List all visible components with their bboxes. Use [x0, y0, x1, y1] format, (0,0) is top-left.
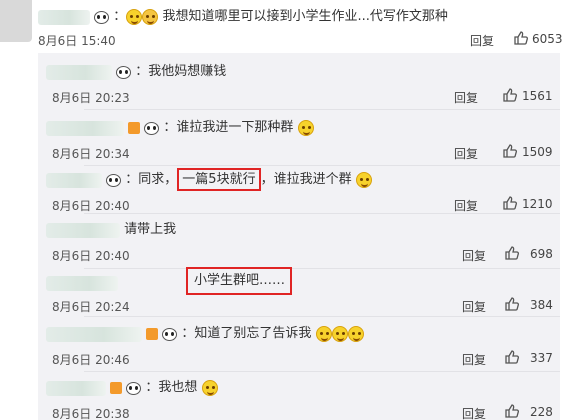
reply-meta: 8月6日 20:40 回复 698 [46, 245, 553, 264]
list-item: ：同求， 一篇5块就行 ，谁拉我进个群 8月6日 20:40 回复 1210 [46, 165, 553, 217]
like-thumb-icon[interactable] [504, 296, 520, 312]
reply-text-row: 请带上我 [46, 221, 176, 239]
like-count: 6053 [532, 32, 563, 46]
reply-text-post: ，谁拉我进个群 [260, 172, 352, 187]
like-thumb-icon[interactable] [513, 30, 529, 46]
smile-emoji-icon [126, 9, 143, 25]
vip-badge-icon [110, 382, 123, 394]
reply-text-row: ：我他妈想赚钱 [46, 63, 226, 81]
reply-button[interactable]: 回复 [470, 32, 494, 49]
avatar[interactable] [0, 0, 32, 42]
reply-button[interactable]: 回复 [462, 351, 486, 368]
timestamp: 8月6日 15:40 [38, 34, 116, 48]
like-count: 384 [530, 298, 553, 312]
username-blurred[interactable] [46, 172, 102, 188]
like-thumb-icon[interactable] [504, 245, 520, 261]
reply-meta: 8月6日 20:46 回复 337 [46, 349, 553, 368]
like-thumb-icon[interactable] [504, 349, 520, 365]
timestamp: 8月6日 20:38 [52, 407, 130, 420]
reply-meta: 8月6日 20:38 回复 228 [46, 403, 553, 420]
main-comment-text: 我想知道哪里可以接到小学生作业...代写作文那种 [162, 9, 448, 24]
reply-meta: 8月6日 20:23 回复 1561 [46, 87, 553, 106]
reply-meta: 8月6日 20:40 回复 1210 [46, 195, 553, 214]
panda-emoji-icon [106, 173, 122, 187]
colon: ： [113, 9, 127, 24]
reply-meta: 8月6日 20:24 回复 384 [46, 296, 553, 315]
reply-text-row: ：知道了别忘了告诉我 [46, 325, 364, 343]
reply-list-panel: ：我他妈想赚钱 8月6日 20:23 回复 1561 ：谁拉我进一下那种群 8月… [38, 53, 560, 420]
reply-button[interactable]: 回复 [454, 197, 478, 214]
like-count: 1561 [522, 89, 553, 103]
list-item: ：谁拉我进一下那种群 8月6日 20:34 回复 1509 [46, 113, 553, 165]
reply-text-pre: ：同求， [125, 172, 178, 187]
like-thumb-icon[interactable] [502, 87, 518, 103]
username-blurred[interactable] [46, 380, 106, 396]
reply-text-row: ：谁拉我进一下那种群 [46, 119, 314, 137]
timestamp: 8月6日 20:34 [52, 147, 130, 161]
reply-text-row: 小学生群吧…… [194, 272, 285, 290]
reply-button[interactable]: 回复 [462, 405, 486, 420]
cat-emoji-icon [142, 9, 159, 25]
reply-button[interactable]: 回复 [462, 298, 486, 315]
username-blurred[interactable] [46, 120, 124, 136]
list-item: ：我也想 8月6日 20:38 回复 228 [46, 373, 553, 420]
highlighted-text: 小学生群吧…… [194, 273, 286, 288]
username-blurred[interactable] [46, 276, 118, 291]
timestamp: 8月6日 20:40 [52, 249, 130, 263]
panda-emoji-icon [126, 381, 142, 395]
like-count: 1509 [522, 145, 553, 159]
panda-emoji-icon [144, 121, 160, 135]
smile-emoji-icon [201, 380, 218, 396]
vip-badge-icon [128, 122, 141, 134]
like-count: 337 [530, 351, 553, 365]
timestamp: 8月6日 20:23 [52, 91, 130, 105]
reply-text: ：谁拉我进一下那种群 [163, 120, 294, 135]
username-blurred[interactable] [46, 64, 112, 80]
smile-emoji-icon [331, 326, 348, 342]
list-item: ：我他妈想赚钱 8月6日 20:23 回复 1561 [46, 57, 553, 109]
like-thumb-icon[interactable] [502, 143, 518, 159]
reply-text-row: ：我也想 [46, 379, 218, 397]
panda-emoji-icon [162, 327, 178, 341]
reply-text: ：我也想 [145, 380, 198, 395]
main-comment: ： 我想知道哪里可以接到小学生作业...代写作文那种 8月6日 15:40 回复… [38, 8, 568, 56]
reply-text: 请带上我 [124, 222, 177, 237]
reply-button[interactable]: 回复 [454, 89, 478, 106]
username-blurred[interactable] [38, 9, 90, 25]
smile-emoji-icon [297, 120, 314, 136]
panda-emoji-icon [94, 10, 110, 24]
reply-text-row: ：同求， 一篇5块就行 ，谁拉我进个群 [46, 168, 372, 191]
divider [84, 316, 560, 317]
highlighted-text: 一篇5块就行 [177, 168, 261, 191]
reply-button[interactable]: 回复 [462, 247, 486, 264]
like-count: 1210 [522, 197, 553, 211]
divider [84, 213, 560, 214]
divider [84, 371, 560, 372]
username-blurred[interactable] [46, 222, 120, 238]
reply-meta: 8月6日 20:34 回复 1509 [46, 143, 553, 162]
username-blurred[interactable] [46, 326, 142, 342]
smile-emoji-icon [347, 326, 364, 342]
reply-button[interactable]: 回复 [454, 145, 478, 162]
smile-emoji-icon [315, 326, 332, 342]
reply-text: ：我他妈想赚钱 [135, 64, 227, 79]
reply-text: ：知道了别忘了告诉我 [181, 326, 312, 341]
reply-text-row [46, 275, 118, 293]
list-item: 小学生群吧…… 8月6日 20:24 回复 384 [46, 267, 553, 319]
list-item: 请带上我 8月6日 20:40 回复 698 [46, 215, 553, 267]
vip-badge-icon [146, 328, 159, 340]
like-thumb-icon[interactable] [502, 195, 518, 211]
timestamp: 8月6日 20:40 [52, 199, 130, 213]
panda-emoji-icon [116, 65, 132, 79]
main-comment-meta: 8月6日 15:40 回复 6053 [38, 30, 568, 48]
main-comment-text-row: ： 我想知道哪里可以接到小学生作业...代写作文那种 [38, 8, 568, 27]
timestamp: 8月6日 20:46 [52, 353, 130, 367]
like-thumb-icon[interactable] [504, 403, 520, 419]
timestamp: 8月6日 20:24 [52, 300, 130, 314]
like-count: 228 [530, 405, 553, 419]
like-count: 698 [530, 247, 553, 261]
laugh-emoji-icon [355, 172, 372, 188]
list-item: ：知道了别忘了告诉我 8月6日 20:46 回复 337 [46, 319, 553, 371]
divider [84, 109, 560, 110]
